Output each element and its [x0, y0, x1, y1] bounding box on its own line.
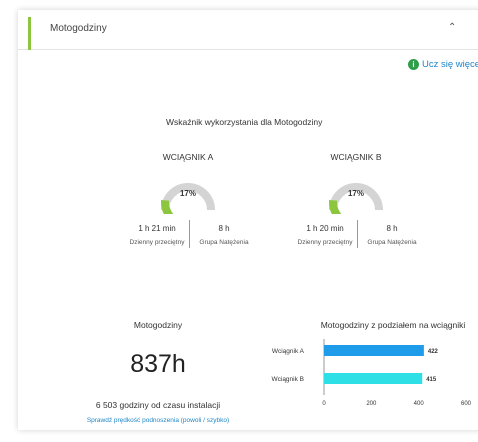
bar-value-label: 422 — [428, 349, 439, 355]
lift-speed-link[interactable]: Sprawdź prędkość podnoszenia (powoli / s… — [38, 417, 278, 424]
chevron-up-icon[interactable]: ⌃ — [448, 22, 456, 33]
daily-average-stat: 1 h 20 min Dzienny przeciętny — [294, 224, 356, 247]
chart-title: Motogodziny z podziałem na wciągniki — [320, 320, 466, 330]
usage-title: Wskaźnik wykorzystania dla Motogodziny — [166, 117, 323, 127]
daily-average-stat: 1 h 21 min Dzienny przeciętny — [126, 224, 188, 247]
motohours-total: 837h — [130, 350, 186, 378]
bar — [324, 345, 424, 356]
daily-average-label: Dzienny przeciętny — [297, 239, 353, 246]
x-tick-label: 0 — [322, 401, 326, 407]
group-stat: 8 h Grupa Natężenia — [192, 224, 256, 247]
hoist-usage-b: WCIĄGNIK B 17% 1 h 20 min Dzienny przeci… — [276, 152, 436, 282]
daily-average-value: 1 h 21 min — [138, 224, 176, 233]
bar-category-label: Wciągnik B — [271, 376, 304, 383]
bar — [324, 373, 423, 384]
gauge-percent: 17% — [179, 189, 196, 198]
stat-divider — [357, 220, 358, 248]
group-label: Grupa Natężenia — [367, 239, 417, 246]
x-tick-label: 400 — [414, 401, 425, 407]
gauge-percent: 17% — [347, 189, 364, 198]
stat-divider — [189, 220, 190, 248]
group-label: Grupa Natężenia — [199, 239, 249, 246]
hoist-name: WCIĄGNIK A — [162, 152, 214, 162]
header-accent-bar — [28, 17, 31, 50]
motohours-panel: Motogodziny ⌃ i Ucz się więcej Wskaźnik … — [18, 10, 478, 430]
daily-average-label: Dzienny przeciętny — [129, 239, 185, 246]
hours-since-install: 6 503 godziny od czasu instalacji — [95, 400, 221, 410]
learn-more-label: Ucz się więcej — [422, 58, 478, 70]
x-tick-label: 600 — [461, 401, 472, 407]
page: Motogodziny ⌃ i Ucz się więcej Wskaźnik … — [0, 0, 478, 442]
panel-title: Motogodziny — [50, 23, 107, 34]
info-icon: i — [408, 58, 419, 70]
hoist-bar-chart: Wciągnik A 422 Wciągnik B 415 0 200 400 600 — [271, 339, 472, 407]
hoist-usage-a: WCIĄGNIK A 17% 1 h 21 min Dzienny przeci… — [108, 152, 268, 282]
x-tick-label: 200 — [366, 401, 377, 407]
bar-value-label: 415 — [426, 377, 437, 383]
group-stat: 8 h Grupa Natężenia — [360, 224, 424, 247]
group-value: 8 h — [386, 224, 398, 233]
motohours-title: Motogodziny — [133, 320, 183, 330]
panel-header[interactable]: Motogodziny ⌃ — [18, 10, 478, 50]
bar-category-label: Wciągnik A — [272, 348, 305, 355]
learn-more-link[interactable]: i Ucz się więcej — [408, 57, 478, 71]
hoist-name: WCIĄGNIK B — [330, 152, 382, 162]
group-value: 8 h — [218, 224, 230, 233]
daily-average-value: 1 h 20 min — [306, 224, 344, 233]
